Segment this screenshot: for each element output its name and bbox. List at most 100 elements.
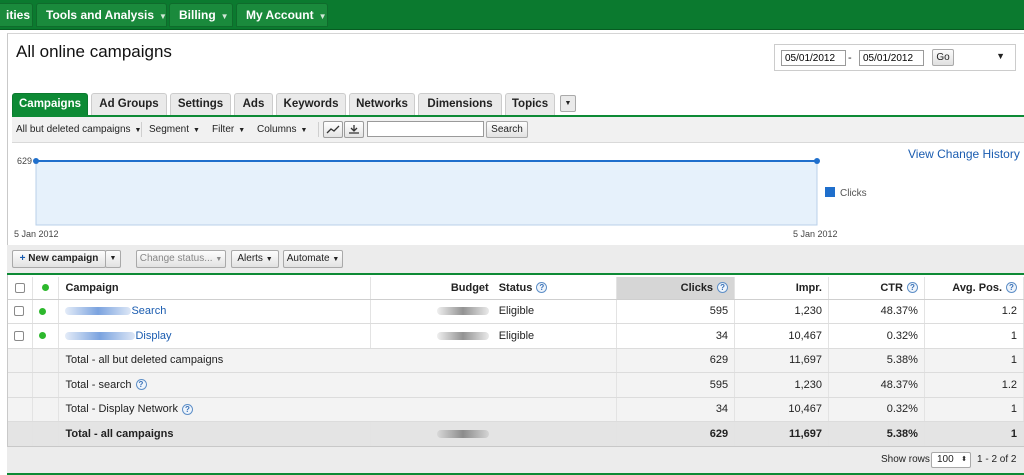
pagination-range: 1 - 2 of 2 [977,454,1017,465]
dropdown-arrow-icon[interactable]: ▼ [996,51,1005,61]
legend-label: Clicks [840,188,867,199]
help-icon[interactable]: ? [906,282,918,294]
nav-item-billing[interactable]: Billing ▼ [169,3,233,27]
chevron-down-icon: ▼ [318,12,327,21]
help-icon[interactable]: ? [717,282,729,294]
tab-dimensions[interactable]: Dimensions [418,93,502,115]
rows-per-page-select[interactable]: 100 ⬍ [931,452,971,468]
action-bar: + New campaign ▼ Change status... ▼ Aler… [7,245,1024,275]
campaign-name-cell: Display [58,323,372,349]
nav-item-my-account[interactable]: My Account ▼ [236,3,328,27]
campaign-view-dropdown[interactable]: All but deleted campaigns ▼ [16,124,141,135]
ctr-cell: 5.38% [828,421,925,447]
grand-total-label: Total - all campaigns [58,421,372,447]
tab-settings[interactable]: Settings [170,93,231,115]
table-row: Display Eligible 34 10,467 0.32% 1 [8,323,1024,349]
tab-keywords[interactable]: Keywords [276,93,346,115]
total-label: Total - all but deleted campaigns [58,348,618,373]
search-button[interactable]: Search [486,121,528,138]
segment-dropdown[interactable]: Segment ▼ [149,124,200,135]
chart-legend: Clicks [825,187,867,199]
download-button[interactable] [344,121,364,138]
empty-cell [32,372,60,398]
chevron-down-icon: ▼ [265,256,273,263]
divider [318,122,319,137]
date-range-picker[interactable]: - Go ▼ [774,44,1016,71]
tab-ad-groups[interactable]: Ad Groups [91,93,167,115]
total-row-display-network: Total - Display Network? 34 10,467 0.32%… [8,397,1024,422]
empty-cell [32,348,60,373]
help-icon[interactable]: ? [1006,282,1017,294]
end-date-input[interactable] [859,50,924,66]
start-date-input[interactable] [781,50,846,66]
plus-icon: + [19,253,26,264]
help-icon[interactable]: ? [181,403,193,415]
header-clicks[interactable]: Clicks? [616,277,736,300]
page-title: All online campaigns [16,42,172,61]
empty-cell [8,421,34,447]
tab-networks[interactable]: Networks [349,93,415,115]
automate-dropdown[interactable]: Automate ▼ [283,250,343,268]
campaign-link-search[interactable]: Search [131,305,166,317]
header-status[interactable]: Status? [494,277,618,300]
go-button[interactable]: Go [932,49,954,66]
new-campaign-button[interactable]: + New campaign [12,250,106,268]
nav-item-opportunities[interactable]: ities [0,3,33,27]
change-status-dropdown[interactable]: Change status... ▼ [136,250,226,268]
nav-item-tools-and-analysis[interactable]: Tools and Analysis ▼ [36,3,167,27]
more-tabs-chevron-icon[interactable]: ▼ [560,95,576,112]
empty-cell [8,397,34,422]
enabled-dot-icon[interactable] [39,307,47,315]
chevron-down-icon: ▼ [215,256,223,263]
search-input[interactable] [367,121,484,137]
header-ctr[interactable]: CTR? [828,277,925,300]
toolbar: All but deleted campaigns ▼ Segment ▼ Filt… [12,117,1024,143]
chevron-down-icon: ▼ [332,256,340,263]
status-cell: Eligible [494,299,618,324]
row-checkbox[interactable] [14,330,24,341]
redacted-budget [436,307,489,316]
avg-pos-cell: 1.2 [924,372,1024,398]
graph-toggle-button[interactable] [323,121,343,138]
chart-canvas: 629 5 Jan 2012 5 Jan 2012 [14,156,838,239]
legend-swatch [825,187,835,197]
avg-pos-cell: 1 [924,397,1024,422]
campaign-name-cell: Search [58,299,372,324]
campaigns-table: Campaign Budget Status? Clicks? Impr. CT… [8,277,1024,447]
empty-cell [32,421,60,447]
redacted-name [65,307,132,316]
date-separator: - [848,52,852,64]
filter-dropdown[interactable]: Filter ▼ [212,124,245,135]
enabled-dot-icon[interactable] [42,284,50,292]
clicks-area [35,160,818,226]
campaign-link-display[interactable]: Display [135,330,171,342]
columns-dropdown[interactable]: Columns ▼ [257,124,307,135]
grand-total-row: Total - all campaigns 629 11,697 5.38% 1 [8,421,1024,447]
ctr-cell: 0.32% [828,397,925,422]
divider [141,122,142,137]
header-avg-pos[interactable]: Avg. Pos.? [924,277,1024,300]
ctr-cell: 5.38% [828,348,925,373]
select-all-cell [8,277,34,300]
row-status-cell [32,299,60,324]
row-checkbox[interactable] [14,306,24,317]
help-icon[interactable]: ? [135,379,147,391]
clicks-cell: 34 [616,323,736,349]
header-campaign[interactable]: Campaign [58,277,372,300]
avg-pos-cell: 1 [924,323,1024,349]
impr-cell: 1,230 [734,372,829,398]
enabled-dot-icon[interactable] [39,332,47,340]
chevron-down-icon: ▼ [220,12,229,21]
header-impr[interactable]: Impr. [734,277,829,300]
alerts-dropdown[interactable]: Alerts ▼ [231,250,279,268]
tab-ads[interactable]: Ads [234,93,273,115]
view-change-history-link[interactable]: View Change History [908,147,1020,161]
tab-topics[interactable]: Topics [505,93,555,115]
ctr-cell: 48.37% [828,372,925,398]
select-all-checkbox[interactable] [15,282,26,293]
header-budget[interactable]: Budget [370,277,495,300]
new-campaign-menu-chevron-icon[interactable]: ▼ [105,250,121,268]
help-icon[interactable]: ? [536,282,548,294]
tab-campaigns[interactable]: Campaigns [12,93,88,116]
budget-cell [370,323,495,349]
